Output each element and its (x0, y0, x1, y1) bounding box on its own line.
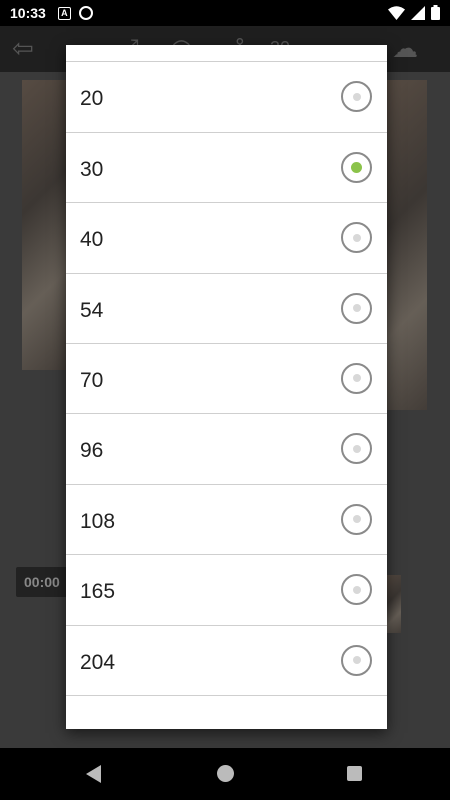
radio-dot-icon (352, 585, 361, 594)
radio-dot-icon (352, 233, 361, 242)
radio-dot-icon (352, 656, 361, 665)
option-row[interactable]: 30 (66, 133, 387, 204)
radio-dot-icon (352, 92, 361, 101)
option-label: 165 (80, 580, 116, 604)
status-icons (388, 5, 440, 20)
cell-signal-icon (411, 5, 425, 20)
option-label: 204 (80, 650, 116, 674)
option-row[interactable]: 12 (66, 45, 387, 63)
option-row[interactable]: 20 (66, 62, 387, 133)
option-label: 30 (80, 157, 104, 181)
radio-dot-icon (352, 374, 361, 383)
back-arrow-icon[interactable]: ⇦ (12, 34, 34, 62)
option-row[interactable]: 96 (66, 414, 387, 485)
nav-recents-icon[interactable] (347, 766, 362, 781)
option-label: 96 (80, 439, 104, 463)
radio-button[interactable] (341, 81, 372, 113)
radio-dot-icon (352, 444, 361, 453)
option-row[interactable]: 204 (66, 626, 387, 696)
option-label: 40 (80, 228, 104, 252)
status-bar: 10:33 A (0, 0, 450, 26)
option-label: 20 (80, 87, 104, 111)
radio-dot-icon (351, 161, 362, 173)
radio-button[interactable] (341, 574, 372, 606)
radio-button[interactable] (341, 503, 372, 535)
background-photo-right (387, 80, 427, 410)
option-label: 54 (80, 298, 104, 322)
option-row[interactable]: 165 (66, 555, 387, 626)
radio-dot-icon (352, 304, 361, 313)
navigation-bar (0, 748, 450, 800)
option-label: 70 (80, 368, 104, 392)
radio-button[interactable] (341, 222, 372, 254)
background-photo-bottom-right (387, 575, 401, 633)
notification-at-icon (78, 6, 93, 20)
option-dialog: 12 20 30 40 54 70 96 108 165 204 (66, 45, 387, 729)
option-row[interactable]: 70 (66, 344, 387, 415)
time-display: 00:00 (16, 567, 72, 597)
notification-app-icon: A (57, 6, 71, 20)
cloud-upload-icon[interactable]: ☁ (392, 34, 418, 62)
screen: 10:33 A ⇦ ⤢ ◎ ⚓ 30 ☁ 00:00 1220304054709… (0, 0, 450, 800)
radio-button[interactable] (341, 362, 372, 394)
radio-dot-icon (352, 515, 361, 524)
option-row[interactable]: 40 (66, 203, 387, 274)
option-row[interactable]: 108 (66, 485, 387, 556)
background-photo-left (22, 80, 68, 370)
radio-button[interactable] (341, 433, 372, 465)
radio-button[interactable] (341, 644, 372, 676)
battery-icon (431, 5, 440, 20)
option-list: 12 20 30 40 54 70 96 108 165 204 (66, 45, 387, 696)
nav-back-icon[interactable] (86, 765, 101, 783)
nav-home-icon[interactable] (217, 765, 234, 782)
radio-button[interactable] (341, 292, 372, 324)
wifi-icon (388, 5, 405, 20)
option-row[interactable]: 54 (66, 274, 387, 344)
radio-button-checked[interactable] (341, 151, 372, 183)
status-time: 10:33 (10, 5, 46, 21)
option-label: 108 (80, 509, 116, 533)
